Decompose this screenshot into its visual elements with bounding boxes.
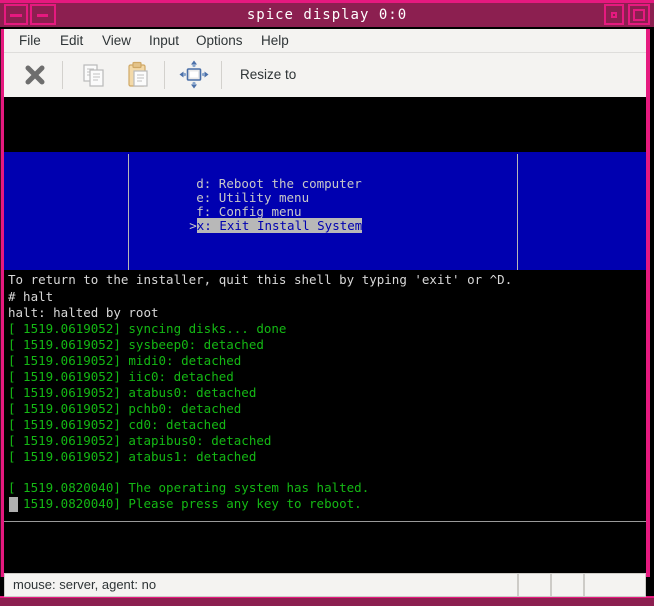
console-line: To return to the installer, quit this sh… [8, 273, 512, 287]
console-line: [ 1519.0619052] atabus1: detached [8, 450, 256, 464]
status-panel-3 [551, 573, 584, 597]
restore-button[interactable] [604, 4, 624, 25]
maximize-button[interactable] [628, 4, 650, 25]
title-bar: spice display 0:0 [0, 0, 654, 29]
toolbar: Resize to [4, 53, 650, 97]
console-line: [ 1519.0619052] atapibus0: detached [8, 434, 271, 448]
toolbar-separator [62, 61, 63, 89]
console-line: # halt [8, 290, 53, 304]
installer-menu-item-exit[interactable]: >x: Exit Install System [129, 205, 362, 219]
window-border-bottom [0, 598, 654, 606]
toolbar-separator [164, 61, 165, 89]
menu-bar: File Edit View Input Options Help [4, 29, 650, 53]
installer-menu-item-config[interactable]: f: Config menu [136, 191, 302, 205]
status-panel-2 [518, 573, 551, 597]
guest-display[interactable]: d: Reboot the computer e: Utility menu f… [4, 97, 646, 571]
close-x-icon [17, 57, 53, 93]
menu-input[interactable]: Input [142, 29, 186, 52]
spice-client-window: spice display 0:0 File Edit View Input O… [0, 0, 654, 606]
console-line: [ 1519.0619052] sysbeep0: detached [8, 338, 264, 352]
menu-view[interactable]: View [95, 29, 138, 52]
resize-to-label[interactable]: Resize to [240, 53, 296, 97]
menu-help[interactable]: Help [254, 29, 296, 52]
paste-button[interactable] [120, 57, 156, 93]
status-message: mouse: server, agent: no [13, 574, 156, 596]
display-divider [4, 521, 646, 522]
selection-caret: > [189, 218, 197, 233]
console-line: [ 1519.0619052] iic0: detached [8, 370, 234, 384]
resize-button[interactable] [176, 57, 212, 93]
console-line: [ 1519.0820040] The operating system has… [8, 481, 369, 495]
copy-icon [75, 57, 111, 93]
window-border-left-shadow [0, 29, 1, 577]
window-title: spice display 0:0 [0, 3, 654, 27]
restore-icon [611, 12, 617, 18]
console-line: [ 1519.0619052] atabus0: detached [8, 386, 256, 400]
installer-blue-screen: d: Reboot the computer e: Utility menu f… [4, 152, 646, 270]
status-panel-4 [584, 573, 646, 597]
window-border-right [646, 29, 650, 577]
console-line: [ 1519.0619052] cd0: detached [8, 418, 226, 432]
console-line: [ 1519.0820040] Please press any key to … [8, 497, 362, 511]
maximize-icon [633, 9, 645, 21]
status-bar: mouse: server, agent: no [4, 573, 650, 597]
console-line: [ 1519.0619052] pchb0: detached [8, 402, 241, 416]
paste-icon [120, 57, 156, 93]
disconnect-button[interactable] [17, 57, 53, 93]
menu-file[interactable]: File [12, 29, 48, 52]
installer-menu-item-reboot[interactable]: d: Reboot the computer [136, 163, 362, 177]
terminal-cursor [9, 497, 18, 512]
console-line: halt: halted by root [8, 306, 159, 320]
installer-menu-item-exit-label: x: Exit Install System [197, 218, 363, 233]
menu-options[interactable]: Options [189, 29, 250, 52]
console-line: [ 1519.0619052] midi0: detached [8, 354, 241, 368]
guest-console[interactable]: To return to the installer, quit this sh… [4, 270, 646, 571]
toolbar-separator [221, 61, 222, 89]
copy-button[interactable] [75, 57, 111, 93]
menu-edit[interactable]: Edit [53, 29, 90, 52]
console-line: [ 1519.0619052] syncing disks... done [8, 322, 286, 336]
resize-screen-icon [176, 57, 212, 93]
status-panel-message: mouse: server, agent: no [4, 573, 518, 597]
installer-menu-item-utility[interactable]: e: Utility menu [136, 177, 309, 191]
